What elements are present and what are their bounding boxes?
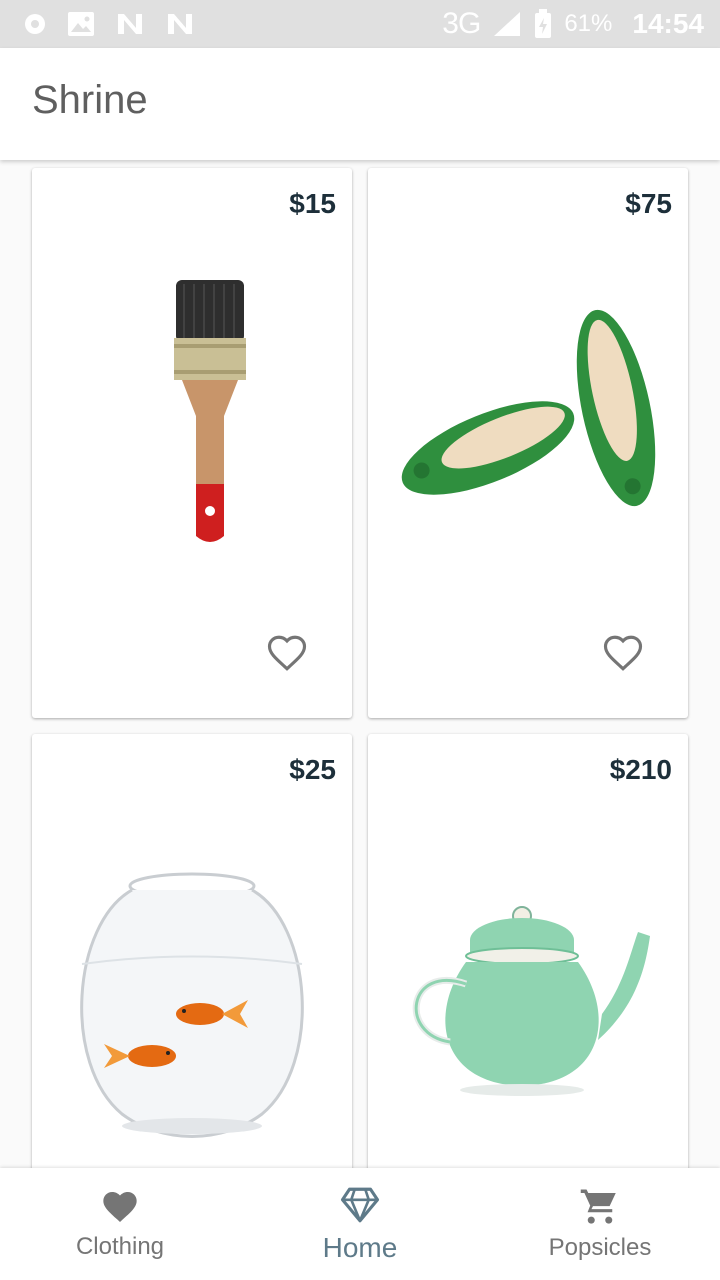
product-price: $75 [625, 188, 672, 219]
heart-outline-icon[interactable] [602, 632, 644, 674]
status-notification-icons [24, 12, 194, 36]
nav-home[interactable]: Home [240, 1168, 480, 1280]
green-teapot-image [412, 906, 650, 1096]
product-card[interactable]: $15 [32, 168, 352, 718]
battery-icon [535, 9, 552, 38]
green-flats-image [401, 309, 656, 507]
app-title: Shrine [32, 78, 148, 122]
nav-label-clothing: Clothing [75, 1233, 165, 1260]
heart-icon [103, 1192, 137, 1222]
nav-popsicles[interactable]: Popsicles [480, 1168, 720, 1280]
record-icon [25, 14, 45, 34]
heart-outline-icon[interactable] [266, 632, 308, 674]
image-icon [68, 12, 94, 36]
clock: 14:54 [632, 8, 704, 39]
n-icon [118, 14, 142, 34]
product-price: $25 [289, 754, 336, 785]
product-card[interactable]: $75 [368, 168, 688, 718]
app-bar: Shrine [0, 48, 720, 160]
status-bar: 3G 61% 14:54 [0, 0, 720, 48]
bottom-navigation: Clothing Home Popsicles [0, 1168, 720, 1280]
cart-icon [580, 1189, 616, 1224]
product-card[interactable]: $210 [368, 734, 688, 1168]
n-icon [168, 14, 192, 34]
nav-label-home: Home [322, 1232, 398, 1263]
product-price: $210 [609, 754, 672, 785]
network-type: 3G [442, 7, 481, 40]
product-grid: $15 $75 $25 $210 [0, 160, 720, 1168]
paint-brush-image [174, 280, 246, 542]
goldfish-bowl-image [80, 872, 304, 1138]
product-card[interactable]: $25 [32, 734, 352, 1168]
nav-label-popsicles: Popsicles [548, 1234, 652, 1261]
signal-icon [494, 12, 521, 36]
diamond-icon [340, 1187, 380, 1223]
status-system-icons: 3G 61% 14:54 [442, 7, 704, 41]
battery-percent: 61% [564, 10, 613, 37]
nav-clothing[interactable]: Clothing [0, 1168, 240, 1280]
product-price: $15 [289, 188, 336, 219]
